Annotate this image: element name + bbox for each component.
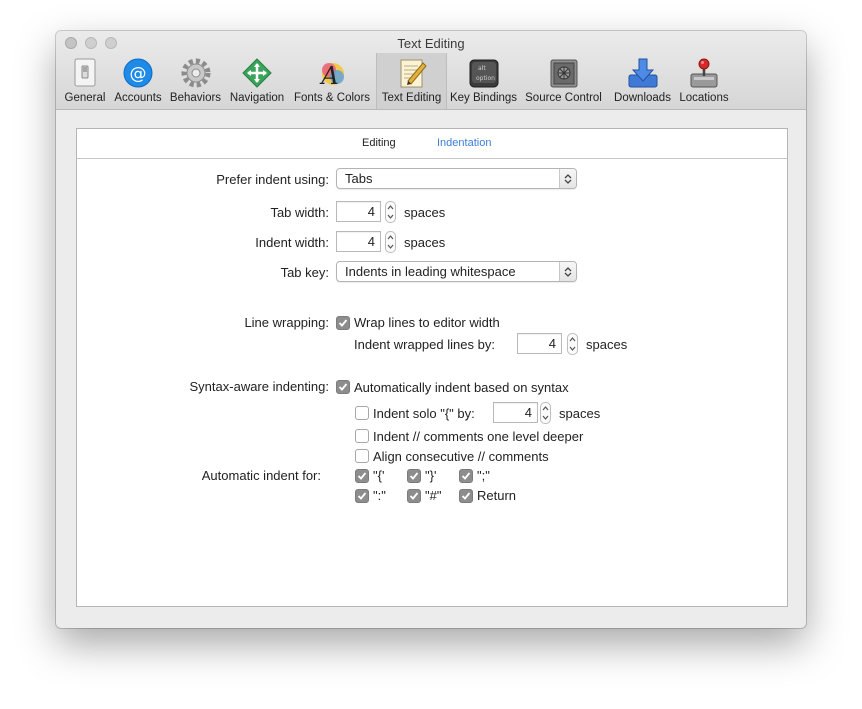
- preferences-window: Text Editing General @ Accounts Behavior…: [56, 31, 806, 628]
- tab-key-value: Indents in leading whitespace: [345, 264, 516, 279]
- indent-width-label: Indent width:: [255, 235, 329, 250]
- auto-indent-colon-checkbox[interactable]: [355, 489, 369, 503]
- auto-indent-colon-label: ":": [373, 488, 386, 503]
- chevron-updown-icon: [559, 262, 576, 281]
- indent-solo-brace-unit: spaces: [559, 406, 601, 421]
- text-editing-icon: [400, 59, 427, 88]
- indent-wrapped-label: Indent wrapped lines by:: [354, 337, 495, 352]
- wrap-lines-checkbox[interactable]: [336, 316, 350, 330]
- tab-width-label: Tab width:: [270, 205, 329, 220]
- auto-indent-hash-checkbox[interactable]: [407, 489, 421, 503]
- fonts-colors-icon: A: [319, 62, 344, 89]
- tab-width-stepper[interactable]: [385, 201, 396, 223]
- toolbar-item-locations[interactable]: Locations: [678, 53, 730, 109]
- indent-wrapped-field[interactable]: 4: [517, 333, 562, 354]
- svg-text:@: @: [130, 64, 147, 84]
- segmented-tabs: Editing Indentation: [77, 129, 787, 159]
- align-comments-checkbox[interactable]: [355, 449, 369, 463]
- auto-indent-close-brace-checkbox[interactable]: [407, 469, 421, 483]
- tab-indentation[interactable]: Indentation: [437, 137, 491, 149]
- tab-key-label: Tab key:: [280, 265, 329, 280]
- toolbar-item-key-bindings[interactable]: alt option Key Bindings: [447, 53, 520, 109]
- indent-width-field[interactable]: 4: [336, 231, 381, 252]
- line-wrapping-label: Line wrapping:: [244, 315, 329, 330]
- auto-indent-open-brace-checkbox[interactable]: [355, 469, 369, 483]
- toolbar-item-fonts-colors[interactable]: A Fonts & Colors: [290, 53, 374, 109]
- accounts-icon: @: [123, 58, 153, 88]
- checkmark-icon: [409, 472, 419, 480]
- auto-indent-semicolon-label: ";": [477, 468, 490, 483]
- auto-indent-semicolon-checkbox[interactable]: [459, 469, 473, 483]
- toolbar-item-behaviors[interactable]: Behaviors: [167, 53, 224, 109]
- indentation-panel: Editing Indentation Prefer indent using:…: [76, 128, 788, 607]
- auto-indent-close-brace-label: "}': [425, 468, 437, 483]
- indent-wrapped-stepper[interactable]: [567, 333, 578, 355]
- toolbar-item-source-control[interactable]: Source Control: [520, 53, 607, 109]
- checkmark-icon: [357, 472, 367, 480]
- prefer-indent-popup[interactable]: Tabs: [336, 168, 577, 189]
- prefer-indent-label: Prefer indent using:: [216, 172, 329, 187]
- auto-indent-checkbox[interactable]: [336, 380, 350, 394]
- stepper-arrows-icon: [387, 205, 394, 219]
- auto-indent-hash-label: "#": [425, 488, 442, 503]
- toolbar-item-accounts[interactable]: @ Accounts: [109, 53, 167, 109]
- comments-deeper-checkbox[interactable]: [355, 429, 369, 443]
- behaviors-icon: [181, 58, 210, 88]
- general-icon: [74, 58, 96, 87]
- stepper-arrows-icon: [542, 406, 549, 420]
- indent-width-stepper[interactable]: [385, 231, 396, 253]
- checkmark-icon: [338, 383, 348, 391]
- svg-text:A: A: [319, 62, 338, 89]
- checkmark-icon: [409, 492, 419, 500]
- checkmark-icon: [357, 492, 367, 500]
- checkmark-icon: [338, 319, 348, 327]
- tab-width-unit: spaces: [404, 205, 446, 220]
- prefer-indent-value: Tabs: [345, 171, 373, 186]
- svg-text:alt: alt: [478, 65, 486, 72]
- chevron-updown-icon: [559, 169, 576, 188]
- indent-wrapped-unit: spaces: [586, 337, 628, 352]
- syntax-aware-label: Syntax-aware indenting:: [189, 379, 329, 394]
- preferences-toolbar: General @ Accounts Behaviors Navigation …: [56, 53, 806, 109]
- tab-editing[interactable]: Editing: [362, 137, 396, 149]
- indent-solo-brace-field[interactable]: 4: [493, 402, 538, 423]
- checkmark-icon: [461, 492, 471, 500]
- key-bindings-icon: alt option: [469, 59, 498, 88]
- auto-indent-return-label: Return: [477, 488, 517, 503]
- navigation-icon: [242, 58, 272, 88]
- indent-solo-brace-stepper[interactable]: [540, 402, 551, 424]
- toolbar-item-general[interactable]: General: [61, 53, 109, 109]
- downloads-icon: [628, 58, 657, 88]
- tab-key-popup[interactable]: Indents in leading whitespace: [336, 261, 577, 282]
- toolbar-item-navigation[interactable]: Navigation: [224, 53, 290, 109]
- title-bar: Text Editing General @ Accounts Behavior…: [56, 31, 806, 110]
- indent-width-unit: spaces: [404, 235, 446, 250]
- checkmark-icon: [461, 472, 471, 480]
- stepper-arrows-icon: [569, 337, 576, 351]
- indent-solo-brace-label: Indent solo "{" by:: [373, 406, 475, 421]
- locations-icon: [690, 58, 718, 88]
- comments-deeper-label: Indent // comments one level deeper: [373, 429, 584, 444]
- window-title: Text Editing: [397, 36, 465, 51]
- auto-indent-open-brace-label: "{': [373, 468, 385, 483]
- auto-indent-return-checkbox[interactable]: [459, 489, 473, 503]
- toolbar-item-downloads[interactable]: Downloads: [607, 53, 678, 109]
- indent-solo-brace-checkbox[interactable]: [355, 406, 369, 420]
- stepper-arrows-icon: [387, 235, 394, 249]
- auto-indent-label: Automatically indent based on syntax: [354, 380, 569, 395]
- svg-text:option: option: [476, 75, 495, 82]
- automatic-indent-label: Automatic indent for:: [201, 468, 321, 483]
- toolbar-item-text-editing[interactable]: Text Editing: [376, 53, 447, 109]
- wrap-lines-label: Wrap lines to editor width: [354, 315, 500, 330]
- align-comments-label: Align consecutive // comments: [373, 449, 549, 464]
- tab-width-field[interactable]: 4: [336, 201, 381, 222]
- source-control-icon: [550, 59, 577, 88]
